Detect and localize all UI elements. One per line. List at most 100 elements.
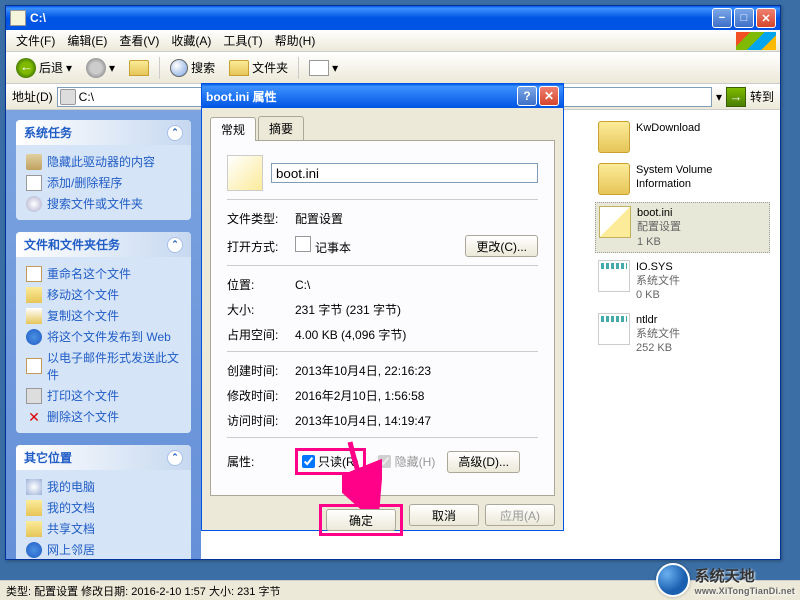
modified-label: 修改时间: — [227, 387, 287, 404]
search-icon — [170, 59, 188, 77]
search-button[interactable]: 搜索 — [166, 57, 219, 79]
drive-icon — [10, 10, 26, 26]
forward-icon — [86, 58, 106, 78]
task-copy[interactable]: 复制这个文件 — [26, 305, 181, 326]
task-search[interactable]: 搜索文件或文件夹 — [26, 193, 181, 214]
move-icon — [26, 287, 42, 303]
task-delete[interactable]: ✕删除这个文件 — [26, 406, 181, 427]
size-label: 大小: — [227, 301, 287, 318]
menu-tools[interactable]: 工具(T) — [217, 30, 268, 51]
task-print[interactable]: 打印这个文件 — [26, 385, 181, 406]
file-tasks-panel: 文件和文件夹任务 ⌃ 重命名这个文件 移动这个文件 复制这个文件 将这个文件发布… — [16, 232, 191, 433]
task-move[interactable]: 移动这个文件 — [26, 284, 181, 305]
task-email[interactable]: 以电子邮件形式发送此文件 — [26, 347, 181, 385]
ok-highlight: 确定 — [319, 504, 403, 536]
web-icon — [26, 329, 42, 345]
views-icon — [309, 60, 329, 76]
file-item[interactable]: System Volume Information — [595, 160, 770, 198]
delete-icon: ✕ — [26, 409, 42, 425]
printer-icon — [26, 388, 42, 404]
task-rename[interactable]: 重命名这个文件 — [26, 263, 181, 284]
task-publish-web[interactable]: 将这个文件发布到 Web — [26, 326, 181, 347]
panel-header[interactable]: 其它位置 ⌃ — [16, 445, 191, 470]
go-label: 转到 — [750, 88, 774, 105]
close-button[interactable]: ✕ — [539, 86, 559, 106]
file-item[interactable]: ntldr系统文件252 KB — [595, 310, 770, 359]
tab-summary[interactable]: 摘要 — [258, 116, 304, 140]
dialog-titlebar[interactable]: boot.ini 属性 ? ✕ — [202, 84, 563, 108]
tab-strip: 常规 摘要 — [210, 116, 555, 141]
disk-label: 占用空间: — [227, 326, 287, 343]
menu-view[interactable]: 查看(V) — [113, 30, 165, 51]
file-item[interactable]: IO.SYS系统文件0 KB — [595, 257, 770, 306]
ok-button[interactable]: 确定 — [326, 509, 396, 531]
titlebar[interactable]: C:\ − □ ✕ — [6, 6, 780, 30]
programs-icon — [26, 175, 42, 191]
separator — [298, 57, 299, 79]
up-button[interactable] — [125, 58, 153, 78]
panel-header[interactable]: 文件和文件夹任务 ⌃ — [16, 232, 191, 257]
drive-icon — [26, 154, 42, 170]
panel-title: 系统任务 — [24, 124, 72, 141]
menu-help[interactable]: 帮助(H) — [269, 30, 322, 51]
folder-icon — [598, 163, 630, 195]
hidden-label: 隐藏(H) — [395, 453, 436, 470]
properties-dialog: boot.ini 属性 ? ✕ 常规 摘要 文件类型:配置设置 打开方式: 记事… — [201, 83, 564, 531]
disk-value: 4.00 KB (4,096 字节) — [295, 326, 538, 343]
apply-button[interactable]: 应用(A) — [485, 504, 555, 526]
chevron-up-icon: ⌃ — [167, 125, 183, 141]
task-add-remove[interactable]: 添加/删除程序 — [26, 172, 181, 193]
readonly-label: 只读(R) — [318, 453, 359, 470]
ini-file-icon — [599, 206, 631, 238]
search-icon — [26, 196, 42, 212]
menu-file[interactable]: 文件(F) — [10, 30, 61, 51]
watermark: 系统天地 www.XiTongTianDi.net — [656, 563, 795, 597]
place-shared-docs[interactable]: 共享文档 — [26, 518, 181, 539]
network-icon — [26, 542, 42, 558]
sys-file-icon — [598, 313, 630, 345]
watermark-url: www.XiTongTianDi.net — [695, 586, 795, 596]
close-button[interactable]: ✕ — [756, 8, 776, 28]
panel-header[interactable]: 系统任务 ⌃ — [16, 120, 191, 145]
menu-edit[interactable]: 编辑(E) — [61, 30, 113, 51]
help-button[interactable]: ? — [517, 86, 537, 106]
documents-icon — [26, 500, 42, 516]
file-item-selected[interactable]: boot.ini配置设置1 KB — [595, 202, 770, 253]
place-network[interactable]: 网上邻居 — [26, 539, 181, 559]
advanced-button[interactable]: 高级(D)... — [447, 451, 520, 473]
place-my-computer[interactable]: 我的电脑 — [26, 476, 181, 497]
sys-file-icon — [598, 260, 630, 292]
cancel-button[interactable]: 取消 — [409, 504, 479, 526]
chevron-up-icon: ⌃ — [167, 237, 183, 253]
views-button[interactable]: ▾ — [305, 58, 342, 78]
minimize-button[interactable]: − — [712, 8, 732, 28]
folder-icon — [598, 121, 630, 153]
toolbar: 后退 ▾ ▾ 搜索 文件夹 ▾ — [6, 52, 780, 84]
filename-input[interactable] — [271, 163, 538, 183]
task-hide-drive[interactable]: 隐藏此驱动器的内容 — [26, 151, 181, 172]
open-with-label: 打开方式: — [227, 238, 287, 255]
place-my-documents[interactable]: 我的文档 — [26, 497, 181, 518]
chevron-down-icon: ▾ — [332, 61, 338, 75]
created-value: 2013年10月4日, 22:16:23 — [295, 362, 538, 379]
change-button[interactable]: 更改(C)... — [465, 235, 538, 257]
sidebar: 系统任务 ⌃ 隐藏此驱动器的内容 添加/删除程序 搜索文件或文件夹 文件和文件夹… — [6, 110, 201, 559]
menu-favorites[interactable]: 收藏(A) — [165, 30, 217, 51]
location-value: C:\ — [295, 278, 538, 292]
back-button[interactable]: 后退 ▾ — [12, 56, 76, 80]
other-places-panel: 其它位置 ⌃ 我的电脑 我的文档 共享文档 网上邻居 — [16, 445, 191, 559]
type-label: 文件类型: — [227, 210, 287, 227]
tab-general[interactable]: 常规 — [210, 117, 256, 141]
folders-button[interactable]: 文件夹 — [225, 57, 292, 78]
created-label: 创建时间: — [227, 362, 287, 379]
go-button[interactable]: → — [726, 87, 746, 107]
chevron-up-icon: ⌃ — [167, 450, 183, 466]
maximize-button[interactable]: □ — [734, 8, 754, 28]
chevron-down-icon[interactable]: ▾ — [716, 90, 722, 104]
rename-icon — [26, 266, 42, 282]
copy-icon — [26, 308, 42, 324]
type-value: 配置设置 — [295, 210, 538, 227]
readonly-checkbox[interactable] — [302, 455, 315, 468]
file-item[interactable]: KwDownload — [595, 118, 770, 156]
forward-button[interactable]: ▾ — [82, 56, 119, 80]
